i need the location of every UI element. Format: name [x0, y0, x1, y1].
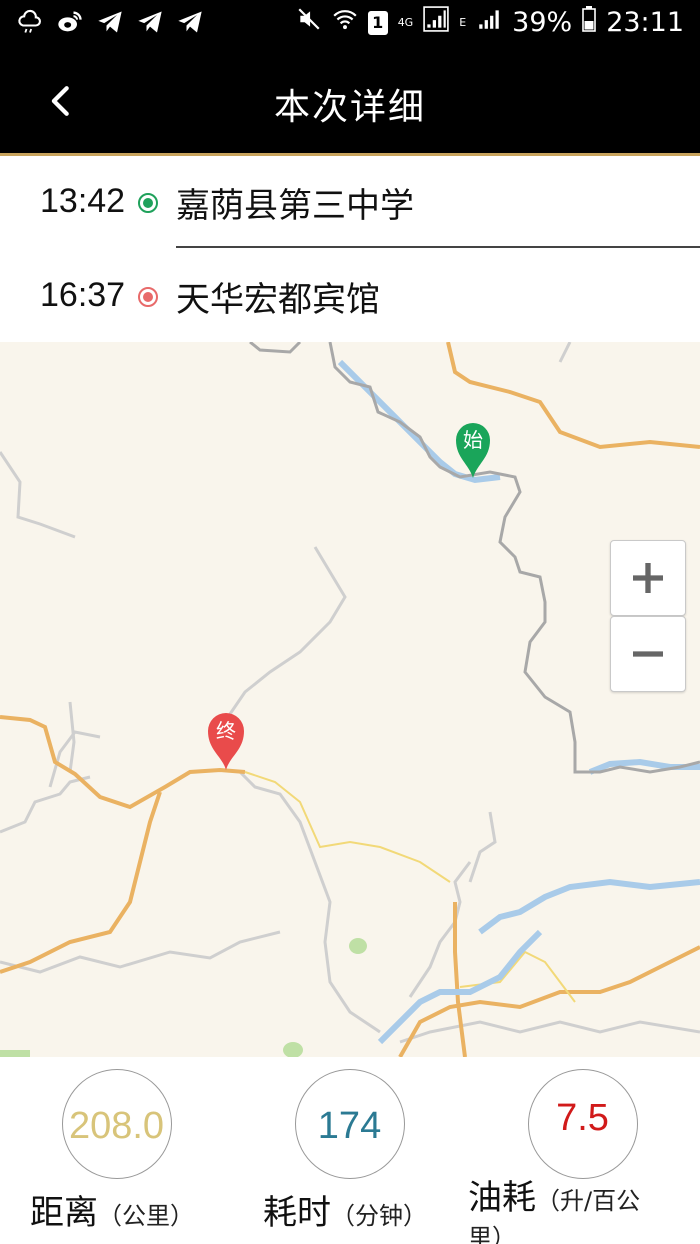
status-bar: 1 4G E 39% 23:11: [0, 0, 700, 50]
trip-end-row: 16:37 天华宏都宾馆: [0, 250, 700, 342]
start-time: 13:42: [40, 182, 126, 220]
signal-icon: [423, 6, 449, 39]
start-dot-icon: [138, 193, 158, 213]
end-dot-icon: [138, 287, 158, 307]
fuel-label: 油耗（升/百公里）: [468, 1178, 641, 1244]
network-type-2: E: [459, 16, 467, 29]
notification-icons: [16, 8, 204, 40]
telegram-icon: [136, 8, 164, 40]
svg-text:始: 始: [463, 428, 483, 452]
minus-icon: [633, 651, 663, 657]
distance-label: 距离（公里）: [30, 1193, 194, 1233]
trip-stats: 208.0 距离（公里） 174 耗时（分钟） 7.5 油耗（升/百公里）: [0, 1057, 700, 1244]
route-map[interactable]: 始 终: [0, 342, 700, 1057]
zoom-out-button[interactable]: [610, 616, 686, 692]
stat-duration: 174 耗时（分钟）: [233, 1057, 466, 1244]
weather-icon: [16, 8, 44, 40]
signal-icon-2: [476, 6, 502, 39]
page-title: 本次详细: [273, 87, 426, 128]
telegram-icon: [176, 8, 204, 40]
stat-fuel: 7.5 油耗（升/百公里）: [466, 1057, 699, 1244]
battery-percent: 39%: [512, 7, 573, 38]
duration-label: 耗时（分钟）: [263, 1193, 427, 1233]
mute-icon: [296, 6, 322, 39]
network-type-1: 4G: [397, 16, 414, 29]
distance-value: 208.0: [68, 1105, 165, 1147]
sim-badge: 1: [367, 10, 388, 35]
end-marker-icon: 终: [208, 713, 244, 770]
system-status: 1 4G E 39% 23:11: [296, 6, 684, 39]
stat-distance: 208.0 距离（公里）: [0, 1057, 233, 1244]
plus-icon: [633, 563, 663, 593]
duration-value: 174: [317, 1105, 382, 1147]
svg-text:终: 终: [216, 719, 236, 743]
battery-icon: [582, 6, 596, 39]
start-marker-icon: 始: [456, 423, 490, 478]
wifi-icon: [332, 6, 358, 39]
clock: 23:11: [606, 7, 684, 38]
trip-divider: [176, 246, 700, 248]
start-place: 嘉荫县第三中学: [176, 186, 414, 226]
end-place: 天华宏都宾馆: [176, 280, 380, 320]
weibo-icon: [56, 8, 84, 40]
end-time: 16:37: [40, 276, 126, 314]
fuel-value: 7.5: [556, 1097, 609, 1139]
map-canvas: 始 终: [0, 342, 700, 1057]
app-header: 本次详细: [0, 50, 700, 153]
trip-start-row: 13:42 嘉荫县第三中学: [0, 156, 700, 248]
zoom-in-button[interactable]: [610, 540, 686, 616]
telegram-icon: [96, 8, 124, 40]
